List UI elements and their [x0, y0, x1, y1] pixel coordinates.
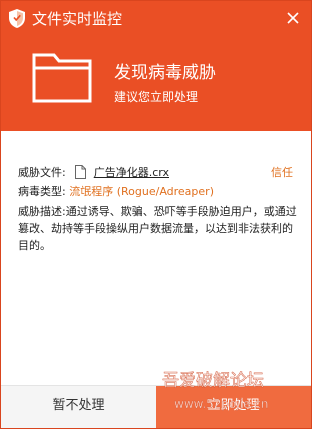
- threat-desc-label: 威胁描述:: [18, 205, 66, 218]
- virus-type-label: 病毒类型:: [18, 185, 66, 198]
- file-icon: [75, 165, 87, 179]
- threat-file-row: 威胁文件: 广告净化器.crx 信任: [18, 164, 300, 183]
- shield-icon: [9, 9, 25, 28]
- virus-type-value: 流氓程序 (Rogue/Adreaper): [69, 185, 214, 198]
- threat-file-name[interactable]: 广告净化器.crx: [94, 166, 169, 179]
- alert-subtitle: 建议您立即处理: [114, 90, 199, 104]
- alert-header: 文件实时监控 发现病毒威胁 建议您立即处理: [1, 1, 311, 131]
- virus-alert-window: 文件实时监控 发现病毒威胁 建议您立即处理 威胁文件: 广告净化器.crx 信任…: [0, 0, 312, 429]
- folder-icon: [32, 53, 92, 103]
- handle-now-button[interactable]: 立即处理: [156, 386, 311, 428]
- alert-title: 发现病毒威胁: [114, 63, 216, 83]
- window-title: 文件实时监控: [32, 10, 123, 28]
- ignore-button[interactable]: 暂不处理: [1, 386, 156, 428]
- virus-type-row: 病毒类型: 流氓程序 (Rogue/Adreaper): [18, 183, 300, 202]
- close-button[interactable]: [282, 7, 304, 29]
- action-footer: 暂不处理 立即处理: [1, 385, 311, 428]
- threat-file-label: 威胁文件:: [18, 166, 66, 179]
- threat-desc-row: 威胁描述:通过诱导、欺骗、恐吓等手段胁迫用户，或通过篡改、劫持等手段操纵用户数据…: [18, 203, 300, 254]
- trust-link[interactable]: 信任: [271, 164, 293, 181]
- threat-details: 威胁文件: 广告净化器.crx 信任 病毒类型: 流氓程序 (Rogue/Adr…: [18, 164, 300, 254]
- close-icon: [287, 12, 299, 24]
